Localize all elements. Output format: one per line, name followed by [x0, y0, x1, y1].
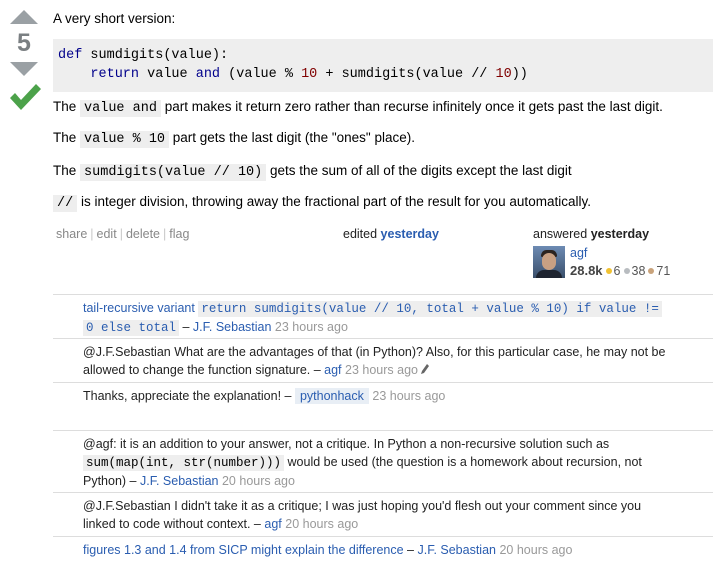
- answered-time: yesterday: [590, 227, 650, 241]
- paragraph-text: The: [53, 99, 81, 114]
- bronze-badge-count: 71: [656, 264, 671, 278]
- code-text: )): [511, 67, 528, 82]
- comment-user-link[interactable]: J.F. Sebastian: [140, 474, 219, 488]
- comment-link[interactable]: tail-recursive variant: [83, 301, 195, 315]
- avatar-face: [542, 253, 556, 270]
- edited-info: edited yesterday: [343, 227, 439, 241]
- paragraph-text: part gets the last digit (the "ones" pla…: [169, 130, 415, 145]
- delete-link[interactable]: delete: [126, 227, 160, 241]
- comment-time: 20 hours ago: [221, 474, 295, 488]
- edited-label: edited: [343, 227, 378, 241]
- code-text: (value %: [220, 67, 302, 82]
- upvote-arrow-icon[interactable]: [10, 10, 38, 24]
- paragraph-text: The: [53, 130, 81, 145]
- code-keyword: def: [58, 48, 83, 63]
- comment: figures 1.3 and 1.4 from SICP might expl…: [53, 536, 713, 559]
- comment-text: allowed to change the function signature…: [83, 363, 325, 377]
- bronze-badge-icon: [648, 268, 655, 275]
- comment-code: return sumdigits(value // 10, total + va…: [198, 301, 662, 317]
- code-number: 10: [495, 67, 512, 82]
- comment-text: Thanks, appreciate the explanation! –: [83, 389, 295, 403]
- answer-paragraph: The sumdigits(value // 10) gets the sum …: [53, 163, 572, 181]
- post-menu: share | edit | delete | flag: [56, 227, 189, 241]
- comment: @J.F.Sebastian I didn't take it as a cri…: [53, 492, 713, 533]
- code-text: sumdigits(value):: [82, 48, 229, 63]
- avatar[interactable]: [533, 246, 565, 278]
- vote-count: 5: [17, 29, 31, 57]
- inline-code: sumdigits(value // 10): [80, 164, 267, 181]
- gold-badge-count: 6: [613, 264, 621, 278]
- comment-time: 20 hours ago: [285, 517, 359, 531]
- edit-pencil-icon[interactable]: [421, 364, 430, 374]
- code-text: value: [139, 67, 196, 82]
- answer-paragraph: // is integer division, throwing away th…: [53, 194, 591, 212]
- code-text: + sumdigits(value //: [317, 67, 496, 82]
- user-reputation: 28.8k 6 38 71: [570, 263, 670, 278]
- code-block: def sumdigits(value): return value and (…: [53, 39, 713, 92]
- comment-user-link[interactable]: J.F. Sebastian: [193, 320, 272, 334]
- answer-intro: A very short version:: [53, 11, 176, 26]
- comment-text: @J.F.Sebastian I didn't take it as a cri…: [83, 499, 642, 513]
- comment-text: @J.F.Sebastian What are the advantages o…: [83, 345, 666, 359]
- answered-label: answered: [533, 227, 588, 241]
- comment: tail-recursive variant return sumdigits(…: [53, 294, 713, 337]
- menu-separator: |: [90, 227, 94, 241]
- comment-time: 23 hours ago: [345, 363, 418, 377]
- comment: @J.F.Sebastian What are the advantages o…: [53, 338, 713, 379]
- comment-text: @agf: it is an addition to your answer, …: [83, 437, 610, 451]
- comment: @agf: it is an addition to your answer, …: [53, 430, 713, 490]
- accepted-checkmark-icon[interactable]: [8, 82, 42, 112]
- paragraph-text: The: [53, 163, 81, 178]
- gold-badge-icon: [605, 268, 612, 275]
- silver-badge-icon: [623, 268, 630, 275]
- vote-panel: 5: [8, 10, 42, 112]
- paragraph-text: gets the sum of all of the digits except…: [266, 163, 572, 178]
- comment-time: 20 hours ago: [499, 543, 573, 557]
- menu-separator: |: [163, 227, 167, 241]
- answer-paragraph: The value and part makes it return zero …: [53, 99, 663, 117]
- comment-text: Python) –: [83, 474, 140, 488]
- comment-code: sum(map(int, str(number))): [83, 455, 285, 471]
- menu-separator: |: [119, 227, 123, 241]
- inline-code: value % 10: [80, 131, 170, 148]
- comment-user-link[interactable]: agf: [264, 517, 281, 531]
- answered-info: answered yesterday: [533, 227, 649, 241]
- comment-user-link[interactable]: pythonhack: [294, 388, 369, 404]
- silver-badge-count: 38: [631, 264, 646, 278]
- downvote-arrow-icon[interactable]: [10, 62, 38, 76]
- avatar-shirt: [536, 270, 562, 278]
- share-link[interactable]: share: [56, 227, 87, 241]
- comment-text: linked to code without context. –: [83, 517, 265, 531]
- reputation-score: 28.8k: [570, 263, 603, 278]
- inline-code: //: [53, 195, 78, 212]
- flag-link[interactable]: flag: [169, 227, 189, 241]
- inline-code: value and: [80, 100, 161, 117]
- comment: Thanks, appreciate the explanation! – py…: [53, 382, 713, 405]
- comment-dash: –: [179, 320, 193, 334]
- comment-user-link[interactable]: J.F. Sebastian: [417, 543, 496, 557]
- comment-time: 23 hours ago: [372, 389, 446, 403]
- code-number: 10: [301, 67, 318, 82]
- code-keyword: and: [195, 67, 221, 82]
- code-keyword: return: [90, 67, 140, 82]
- user-name-link[interactable]: agf: [570, 246, 587, 260]
- edited-time-link[interactable]: yesterday: [381, 227, 439, 241]
- comment-time: 23 hours ago: [274, 320, 348, 334]
- paragraph-text: part makes it return zero rather than re…: [160, 99, 663, 114]
- edit-link[interactable]: edit: [97, 227, 117, 241]
- comment-code: 0 else total: [83, 320, 180, 336]
- comment-dash: –: [403, 543, 418, 557]
- comment-user-link[interactable]: agf: [324, 363, 341, 377]
- comment-link[interactable]: figures 1.3 and 1.4 from SICP might expl…: [83, 543, 404, 557]
- comment-text: would be used (the question is a homewor…: [284, 455, 642, 469]
- paragraph-text: is integer division, throwing away the f…: [77, 194, 591, 209]
- answer-paragraph: The value % 10 part gets the last digit …: [53, 130, 415, 148]
